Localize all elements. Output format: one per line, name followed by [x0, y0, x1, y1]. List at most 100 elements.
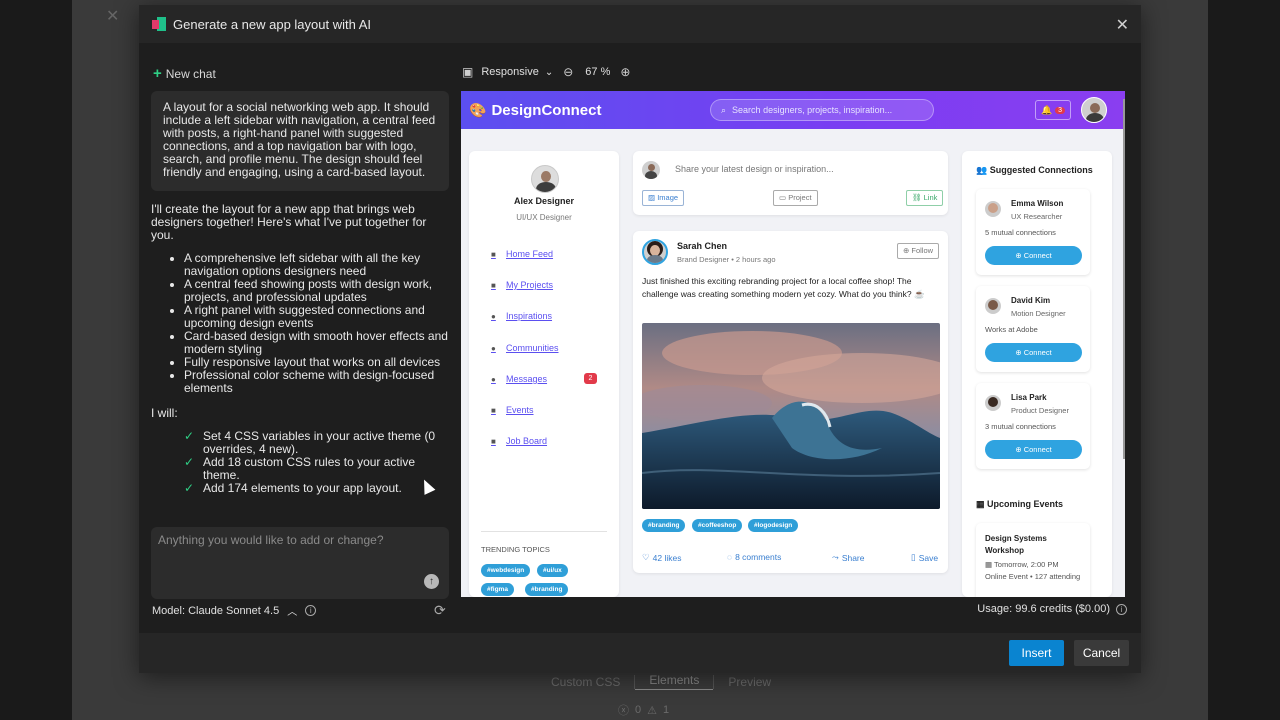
- calendar-icon: ▦: [976, 499, 985, 509]
- check-icon: ✓: [184, 429, 195, 443]
- post-tag[interactable]: #branding: [642, 519, 686, 532]
- event-time: ▦ Tomorrow, 2:00 PM: [985, 560, 1059, 569]
- feed-post: Sarah Chen Brand Designer • 2 hours ago …: [633, 231, 948, 573]
- user-plus-icon: ⊕: [1015, 251, 1022, 260]
- connect-button[interactable]: ⊕ Connect: [985, 440, 1082, 459]
- ai-layout-dialog: Generate a new app layout with AI ✕ + Ne…: [139, 5, 1141, 673]
- warning-icon: ⚠: [647, 704, 657, 717]
- link-button[interactable]: ⛓ Link: [906, 190, 944, 206]
- will-label: I will:: [151, 406, 178, 420]
- user-plus-icon: ⊕: [1015, 348, 1022, 357]
- link-icon: ⛓: [912, 193, 922, 202]
- prompt-input[interactable]: [151, 527, 449, 599]
- suggested-title: 👥 Suggested Connections: [976, 165, 1093, 175]
- user-message: A layout for a social networking web app…: [151, 91, 449, 191]
- home-icon: ■: [491, 249, 496, 259]
- compose-card: Share your latest design or inspiration.…: [633, 151, 948, 215]
- zoom-out-icon[interactable]: ⊖: [563, 65, 573, 79]
- check-icon: ✓: [184, 455, 195, 469]
- trending-tag[interactable]: #figma: [481, 583, 514, 596]
- share-button[interactable]: ⤳ Share: [832, 552, 865, 563]
- chevron-up-icon[interactable]: ︿: [287, 603, 297, 618]
- heart-icon: ♡: [642, 552, 650, 562]
- notifications-button[interactable]: 🔔 3: [1035, 100, 1071, 120]
- connection-card: David Kim Motion Designer Works at Adobe…: [976, 286, 1090, 372]
- sidebar-item-communities[interactable]: ● Communities: [491, 343, 559, 353]
- sidebar-item-events[interactable]: ■ Events: [491, 405, 534, 415]
- folder-icon: ■: [491, 280, 496, 290]
- save-button[interactable]: ▯ Save: [911, 552, 938, 563]
- background-close-icon: ✕: [106, 8, 120, 25]
- trending-tag[interactable]: #ui/ux: [537, 564, 568, 577]
- preview-toolbar: ▣ Responsive ⌄ ⊖ 67 % ⊕: [462, 65, 630, 79]
- post-author[interactable]: Sarah Chen: [677, 241, 727, 251]
- sidebar-item-home-feed[interactable]: ■ Home Feed: [491, 249, 553, 259]
- profile-avatar[interactable]: [1081, 97, 1107, 123]
- connect-button[interactable]: ⊕ Connect: [985, 246, 1082, 265]
- event-card[interactable]: Design Systems Workshop ▦ Tomorrow, 2:00…: [976, 523, 1090, 597]
- close-icon[interactable]: ✕: [1116, 15, 1129, 35]
- users-icon: ●: [491, 343, 496, 353]
- users-icon: 👥: [976, 165, 988, 175]
- trending-tag[interactable]: #branding: [525, 583, 569, 596]
- avatar: [985, 201, 1001, 217]
- sidebar-item-inspirations[interactable]: ● Inspirations: [491, 311, 552, 321]
- lightbulb-icon: ●: [491, 311, 496, 321]
- list-item: Professional color scheme with design-fo…: [184, 369, 449, 395]
- background-right-panel: [1208, 0, 1280, 720]
- chevron-down-icon[interactable]: ⌄: [545, 67, 553, 78]
- sidebar-item-messages[interactable]: ● Messages: [491, 374, 547, 384]
- model-selector[interactable]: Model: Claude Sonnet 4.5 ︿ i: [152, 603, 317, 618]
- refresh-icon[interactable]: ⟳: [434, 602, 446, 619]
- calendar-icon: ■: [491, 405, 496, 415]
- list-item: A central feed showing posts with design…: [184, 278, 449, 304]
- compose-input[interactable]: Share your latest design or inspiration.…: [675, 164, 834, 174]
- project-button[interactable]: ▭ Project: [773, 190, 818, 206]
- insert-button[interactable]: Insert: [1009, 640, 1064, 666]
- zoom-level: 67 %: [585, 66, 611, 78]
- background-tabs: Custom CSS Elements Preview: [537, 673, 785, 690]
- comment-button[interactable]: ◌ 8 comments: [727, 552, 781, 562]
- like-button[interactable]: ♡ 42 likes: [642, 552, 681, 563]
- connection-detail: Works at Adobe: [985, 325, 1038, 334]
- preview-brand[interactable]: 🎨 DesignConnect: [469, 102, 601, 119]
- list-item: A comprehensive left sidebar with all th…: [184, 252, 449, 278]
- avatar: [642, 239, 668, 265]
- list-item: A right panel with suggested connections…: [184, 304, 449, 330]
- chat-icon: ●: [491, 374, 496, 384]
- post-tag[interactable]: #coffeeshop: [692, 519, 743, 532]
- new-chat-button[interactable]: + New chat: [153, 65, 216, 82]
- preview-topbar: 🎨 DesignConnect ⌕ Search designers, proj…: [461, 91, 1125, 129]
- viewport-select[interactable]: Responsive: [481, 66, 538, 78]
- image-icon: ▨: [648, 193, 656, 202]
- comment-icon: ◌: [727, 552, 733, 562]
- follow-button[interactable]: ⊕ Follow: [897, 243, 940, 259]
- connect-button[interactable]: ⊕ Connect: [985, 343, 1082, 362]
- trending-tag[interactable]: #webdesign: [481, 564, 531, 577]
- model-label: Model: Claude Sonnet 4.5: [152, 604, 280, 617]
- post-image[interactable]: [642, 323, 940, 509]
- layout-preview: 🎨 DesignConnect ⌕ Search designers, proj…: [461, 91, 1125, 597]
- avatar: [531, 165, 559, 193]
- sidebar-item-job-board[interactable]: ■ Job Board: [491, 436, 547, 446]
- user-plus-icon: ⊕: [903, 246, 910, 255]
- prompt-box: ↑: [151, 527, 449, 599]
- post-tag[interactable]: #logodesign: [748, 519, 799, 532]
- info-icon[interactable]: i: [1116, 603, 1127, 615]
- share-icon: ⤳: [832, 552, 839, 562]
- preview-search-input[interactable]: ⌕ Search designers, projects, inspiratio…: [710, 99, 934, 121]
- connection-name: David Kim: [1011, 296, 1051, 305]
- zoom-in-icon[interactable]: ⊕: [620, 65, 630, 79]
- connection-card: Lisa Park Product Designer 3 mutual conn…: [976, 383, 1090, 469]
- list-item: Card-based design with smooth hover effe…: [184, 330, 449, 356]
- preview-scrollbar[interactable]: [1123, 99, 1125, 459]
- app-logo-icon: [152, 17, 166, 31]
- cancel-button[interactable]: Cancel: [1074, 640, 1129, 666]
- post-meta: Brand Designer • 2 hours ago: [677, 255, 776, 264]
- info-icon[interactable]: i: [305, 605, 317, 616]
- image-button[interactable]: ▨ Image: [642, 190, 685, 206]
- connection-detail: 3 mutual connections: [985, 422, 1056, 431]
- send-icon[interactable]: ↑: [424, 574, 439, 589]
- events-title: ▦ Upcoming Events: [976, 499, 1064, 509]
- sidebar-item-my-projects[interactable]: ■ My Projects: [491, 280, 553, 290]
